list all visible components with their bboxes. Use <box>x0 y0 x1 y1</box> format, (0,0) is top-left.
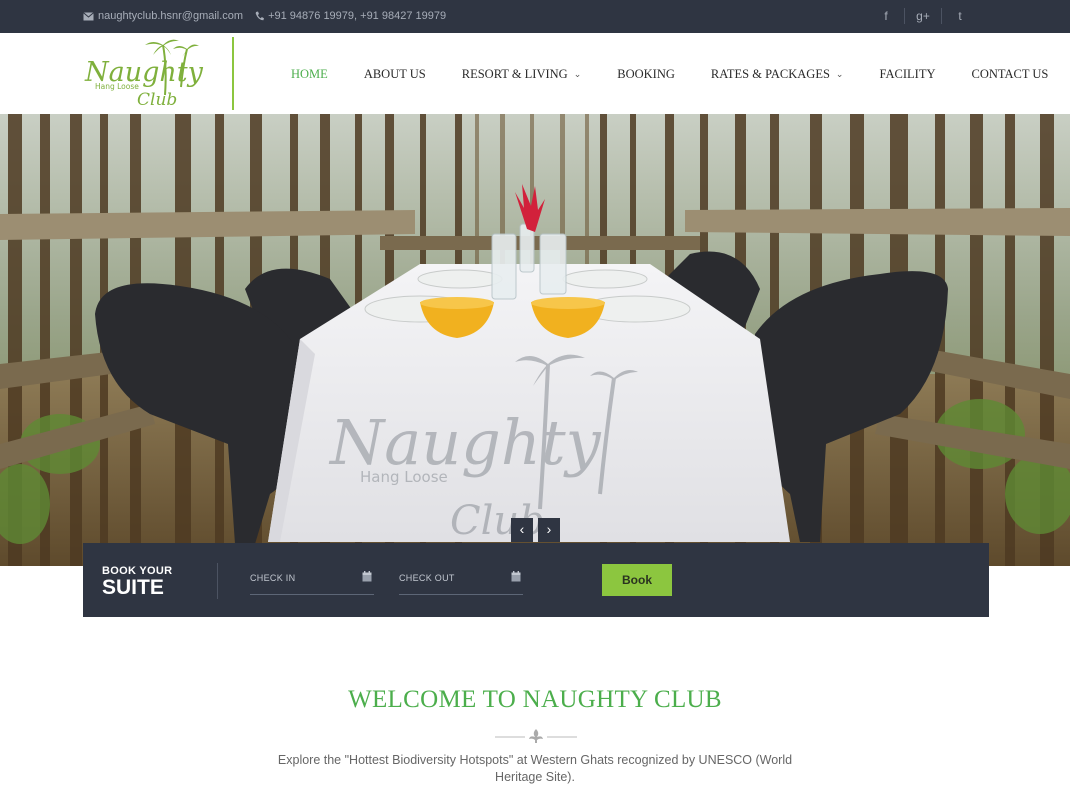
logo-text-club: Club <box>137 90 177 110</box>
fleur-de-lis-divider <box>495 729 577 743</box>
site-header: Naughty Hang Loose Club HOME ABOUT US RE… <box>0 33 1070 114</box>
slider-next-button[interactable]: › <box>538 518 560 542</box>
watermark-text-sub: Hang Loose <box>360 468 448 486</box>
phone-icon <box>255 11 265 21</box>
google-plus-icon[interactable]: g+ <box>905 6 941 26</box>
hero-image: Naughty Hang Loose Club <box>0 114 1070 566</box>
calendar-icon <box>362 571 372 582</box>
facebook-icon[interactable]: f <box>868 6 904 26</box>
chevron-down-icon: ⌄ <box>835 69 844 79</box>
hero-slider: Naughty Hang Loose Club ‹ › <box>0 114 1070 566</box>
welcome-intro: Explore the "Hottest Biodiversity Hotspo… <box>277 753 793 784</box>
top-bar: naughtyclub.hsnr@gmail.com +91 94876 199… <box>0 0 1070 33</box>
slider-prev-button[interactable]: ‹ <box>511 518 533 542</box>
site-logo[interactable]: Naughty Hang Loose Club <box>83 37 233 111</box>
booking-bar: BOOK YOUR SUITE CHECK IN CHECK OUT Book <box>83 543 989 617</box>
nav-item-contact-us[interactable]: CONTACT US <box>971 67 1048 82</box>
book-button[interactable]: Book <box>602 564 672 596</box>
contact-info: naughtyclub.hsnr@gmail.com +91 94876 199… <box>83 10 446 22</box>
check-out-label: CHECK OUT <box>399 573 455 583</box>
envelope-icon <box>83 11 94 20</box>
nav-item-facility[interactable]: FACILITY <box>879 67 935 82</box>
phone-text: +91 94876 19979, +91 98427 19979 <box>268 10 447 22</box>
twitter-icon[interactable]: t <box>942 6 978 26</box>
check-in-label: CHECK IN <box>250 573 296 583</box>
welcome-title: WELCOME TO NAUGHTY CLUB <box>348 686 722 713</box>
chevron-down-icon: ⌄ <box>573 69 582 79</box>
nav-item-home[interactable]: HOME <box>291 67 328 82</box>
booking-divider <box>217 563 218 599</box>
phone-contact[interactable]: +91 94876 19979, +91 98427 19979 <box>255 10 446 22</box>
calendar-icon <box>511 571 521 582</box>
logo-divider <box>232 37 234 110</box>
main-nav: HOME ABOUT US RESORT & LIVING ⌄ BOOKING R… <box>291 67 1070 82</box>
booking-title-big: SUITE <box>102 576 164 599</box>
email-contact[interactable]: naughtyclub.hsnr@gmail.com <box>83 10 243 22</box>
nav-item-resort-living[interactable]: RESORT & LIVING ⌄ <box>462 67 582 82</box>
nav-item-rates-packages[interactable]: RATES & PACKAGES ⌄ <box>711 67 844 82</box>
social-links: f g+ t <box>868 6 978 26</box>
nav-item-about-us[interactable]: ABOUT US <box>364 67 426 82</box>
logo-graphic: Naughty Hang Loose Club <box>84 39 204 110</box>
email-text: naughtyclub.hsnr@gmail.com <box>98 10 244 22</box>
check-out-field[interactable]: CHECK OUT <box>399 571 523 595</box>
nav-item-booking[interactable]: BOOKING <box>617 67 675 82</box>
check-in-field[interactable]: CHECK IN <box>250 571 374 595</box>
logo-text-sub: Hang Loose <box>95 82 139 91</box>
